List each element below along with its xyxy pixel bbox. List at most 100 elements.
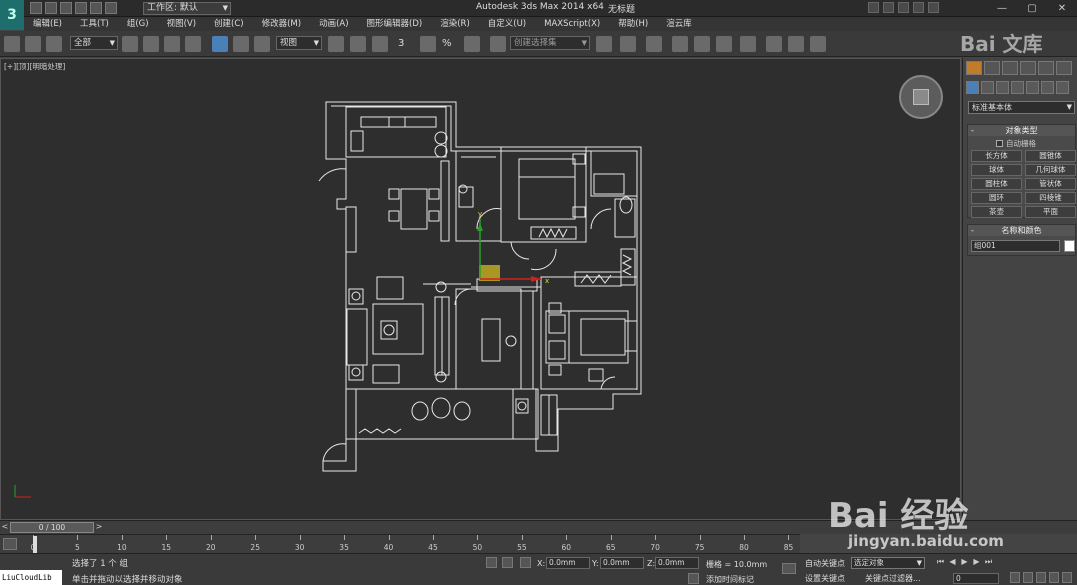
- cone-button[interactable]: 圆锥体: [1025, 150, 1076, 162]
- maxscript-listener[interactable]: LiuCloudLib i:: [0, 570, 62, 585]
- zoom-icon[interactable]: [1010, 572, 1020, 583]
- save-file-icon[interactable]: [60, 2, 72, 14]
- tube-button[interactable]: 管状体: [1025, 178, 1076, 190]
- keyboard-shortcut-icon[interactable]: [372, 36, 388, 52]
- goto-end-icon[interactable]: ⏭: [984, 557, 993, 567]
- utilities-tab-icon[interactable]: [1056, 61, 1072, 75]
- menu-cloud-library[interactable]: 渲云库: [657, 17, 701, 31]
- geosphere-button[interactable]: 几何球体: [1025, 164, 1076, 176]
- torus-button[interactable]: 圆环: [971, 192, 1022, 204]
- object-type-header[interactable]: - 对象类型: [968, 125, 1075, 136]
- menu-group[interactable]: 组(G): [118, 17, 158, 31]
- maximize-button[interactable]: ▢: [1017, 0, 1047, 17]
- select-and-rotate-icon[interactable]: [233, 36, 249, 52]
- pyramid-button[interactable]: 四棱锥: [1025, 192, 1076, 204]
- star-icon[interactable]: [913, 2, 924, 13]
- current-frame-field[interactable]: 0: [953, 573, 999, 584]
- sphere-button[interactable]: 球体: [971, 164, 1022, 176]
- menu-edit[interactable]: 编辑(E): [24, 17, 71, 31]
- box-button[interactable]: 长方体: [971, 150, 1022, 162]
- mini-curve-editor-icon[interactable]: [3, 538, 17, 550]
- menu-animation[interactable]: 动画(A): [310, 17, 357, 31]
- goto-start-icon[interactable]: ⏮: [936, 557, 945, 567]
- link-icon[interactable]: [4, 36, 20, 52]
- viewcube[interactable]: [899, 75, 943, 119]
- auto-key-button[interactable]: 自动关键点: [805, 558, 845, 569]
- helpers-icon[interactable]: [1026, 81, 1039, 94]
- play-icon[interactable]: ▶: [960, 557, 969, 567]
- app-logo[interactable]: 3: [0, 0, 24, 30]
- teapot-button[interactable]: 茶壶: [971, 206, 1022, 218]
- edit-named-selection-icon[interactable]: [490, 36, 506, 52]
- pan-icon[interactable]: [1036, 572, 1046, 583]
- absolute-transform-icon[interactable]: [520, 557, 531, 568]
- systems-icon[interactable]: [1056, 81, 1069, 94]
- lock-selection-icon[interactable]: [502, 557, 513, 568]
- spinner-snap-icon[interactable]: [464, 36, 480, 52]
- open-file-icon[interactable]: [45, 2, 57, 14]
- create-tab-icon[interactable]: [966, 61, 982, 75]
- time-slider-thumb[interactable]: 0 / 100: [10, 522, 94, 533]
- manipulate-icon[interactable]: [350, 36, 366, 52]
- add-time-tag[interactable]: 添加时间标记: [706, 574, 754, 585]
- zoom-all-icon[interactable]: [1023, 572, 1033, 583]
- viewport-top[interactable]: [+][顶][明暗处理] y x: [0, 58, 961, 520]
- bind-spacewarp-icon[interactable]: [46, 36, 62, 52]
- time-tag-icon[interactable]: [688, 573, 699, 584]
- help-icon[interactable]: [928, 2, 939, 13]
- align-icon[interactable]: [620, 36, 636, 52]
- new-file-icon[interactable]: [30, 2, 42, 14]
- undo-icon[interactable]: [75, 2, 87, 14]
- motion-tab-icon[interactable]: [1020, 61, 1036, 75]
- viewcube-top-face[interactable]: [913, 89, 929, 105]
- previous-key-icon[interactable]: ◀: [948, 557, 957, 567]
- select-and-scale-icon[interactable]: [254, 36, 270, 52]
- schematic-view-icon[interactable]: [716, 36, 732, 52]
- frame-ruler[interactable]: 0510152025303540455055606570758085: [31, 535, 800, 554]
- track-bar[interactable]: 0510152025303540455055606570758085: [0, 534, 800, 553]
- window-crossing-icon[interactable]: [185, 36, 201, 52]
- geometry-icon[interactable]: [966, 81, 979, 94]
- spacewarps-icon[interactable]: [1041, 81, 1054, 94]
- workspace-dropdown[interactable]: 工作区: 默认 ▼: [143, 2, 231, 15]
- menu-rendering[interactable]: 渲染(R): [431, 17, 479, 31]
- key-filters-button[interactable]: 关键点过滤器...: [865, 573, 921, 584]
- select-and-move-icon[interactable]: [212, 36, 228, 52]
- menu-create[interactable]: 创建(C): [205, 17, 253, 31]
- menu-graph-editors[interactable]: 图形编辑器(D): [358, 17, 432, 31]
- previous-frame-icon[interactable]: <: [0, 521, 10, 534]
- render-setup-icon[interactable]: [766, 36, 782, 52]
- next-key-icon[interactable]: ▶: [972, 557, 981, 567]
- primitive-category-dropdown[interactable]: 标准基本体 ▼: [968, 101, 1075, 114]
- select-by-name-icon[interactable]: [143, 36, 159, 52]
- y-coordinate-field[interactable]: 0.0mm: [600, 557, 644, 569]
- cylinder-button[interactable]: 圆柱体: [971, 178, 1022, 190]
- curve-editor-icon[interactable]: [694, 36, 710, 52]
- x-coordinate-field[interactable]: 0.0mm: [546, 557, 590, 569]
- object-name-input[interactable]: 组001: [971, 240, 1060, 252]
- key-icon[interactable]: [782, 563, 796, 574]
- menu-modifiers[interactable]: 修改器(M): [253, 17, 310, 31]
- menu-help[interactable]: 帮助(H): [609, 17, 657, 31]
- tools-icon[interactable]: [898, 2, 909, 13]
- menu-views[interactable]: 视图(V): [158, 17, 205, 31]
- angle-snap-icon[interactable]: [420, 36, 436, 52]
- snaps-toggle-icon[interactable]: 3: [398, 36, 414, 52]
- rectangle-region-icon[interactable]: [164, 36, 180, 52]
- cameras-icon[interactable]: [1011, 81, 1024, 94]
- unlink-icon[interactable]: [25, 36, 41, 52]
- layer-manager-icon[interactable]: [646, 36, 662, 52]
- reference-coordinate-dropdown[interactable]: 视图 ▼: [276, 36, 322, 50]
- name-color-header[interactable]: - 名称和颜色: [968, 225, 1075, 236]
- display-tab-icon[interactable]: [1038, 61, 1054, 75]
- menu-customize[interactable]: 自定义(U): [479, 17, 535, 31]
- close-button[interactable]: ✕: [1047, 0, 1077, 17]
- key-mode-dropdown[interactable]: 选定对象 ▼: [851, 557, 925, 569]
- minimize-button[interactable]: —: [987, 0, 1017, 17]
- menu-maxscript[interactable]: MAXScript(X): [535, 17, 609, 31]
- select-object-icon[interactable]: [122, 36, 138, 52]
- autogrid-checkbox[interactable]: 自动栅格: [996, 138, 1036, 149]
- menu-tools[interactable]: 工具(T): [71, 17, 118, 31]
- next-frame-icon[interactable]: >: [94, 521, 104, 534]
- lights-icon[interactable]: [996, 81, 1009, 94]
